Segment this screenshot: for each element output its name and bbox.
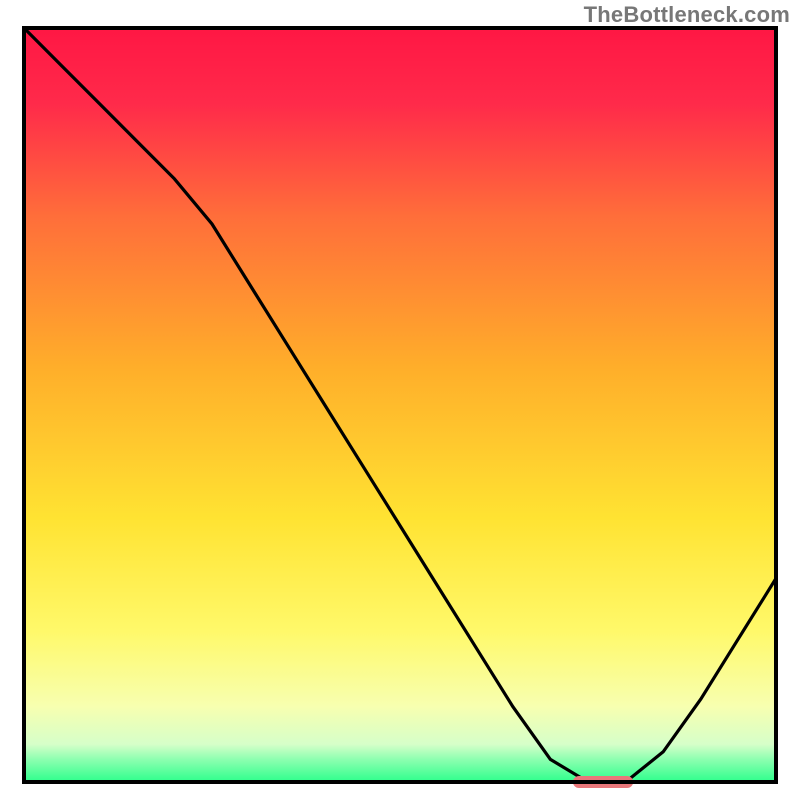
chart-container: TheBottleneck.com [0, 0, 800, 800]
bottleneck-chart [0, 0, 800, 800]
watermark-text: TheBottleneck.com [584, 2, 790, 28]
